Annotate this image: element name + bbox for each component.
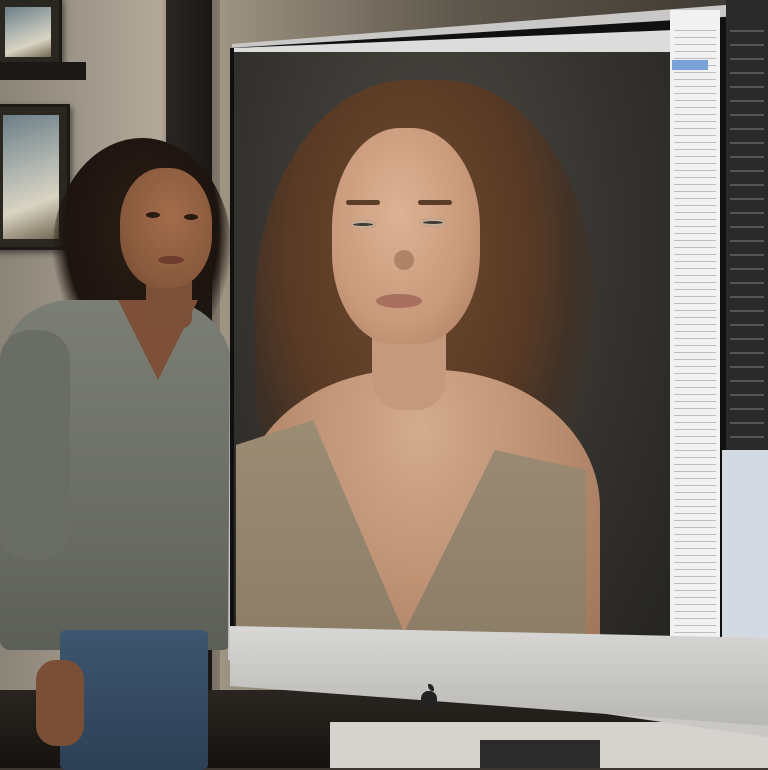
apple-logo-icon [418,684,440,710]
portrait-eye-right [420,218,446,227]
portrait-eye-left [350,220,376,229]
monitor-stand [480,740,600,768]
person-eye-left [146,212,160,218]
layers-panel[interactable] [670,10,720,700]
tool-rows [730,30,764,440]
portrait-brow-left [346,200,380,205]
person-hand [36,660,84,746]
portrait-lips [376,294,422,308]
framed-picture [3,115,59,239]
person-lips [158,256,184,264]
framed-picture [5,7,51,57]
selected-layer-highlight[interactable] [672,60,708,70]
person-eye-right [184,214,198,220]
person-arm [0,330,70,560]
portrait-brow-right [418,200,452,205]
photo-scene [0,0,768,770]
wall-picture-frame-top [0,0,62,68]
tools-panel[interactable] [726,0,768,450]
portrait-nose [394,250,414,270]
panel-list-rows [674,30,716,680]
person-face [120,168,212,288]
portrait-face [332,128,480,344]
wall-shelf [0,62,86,80]
